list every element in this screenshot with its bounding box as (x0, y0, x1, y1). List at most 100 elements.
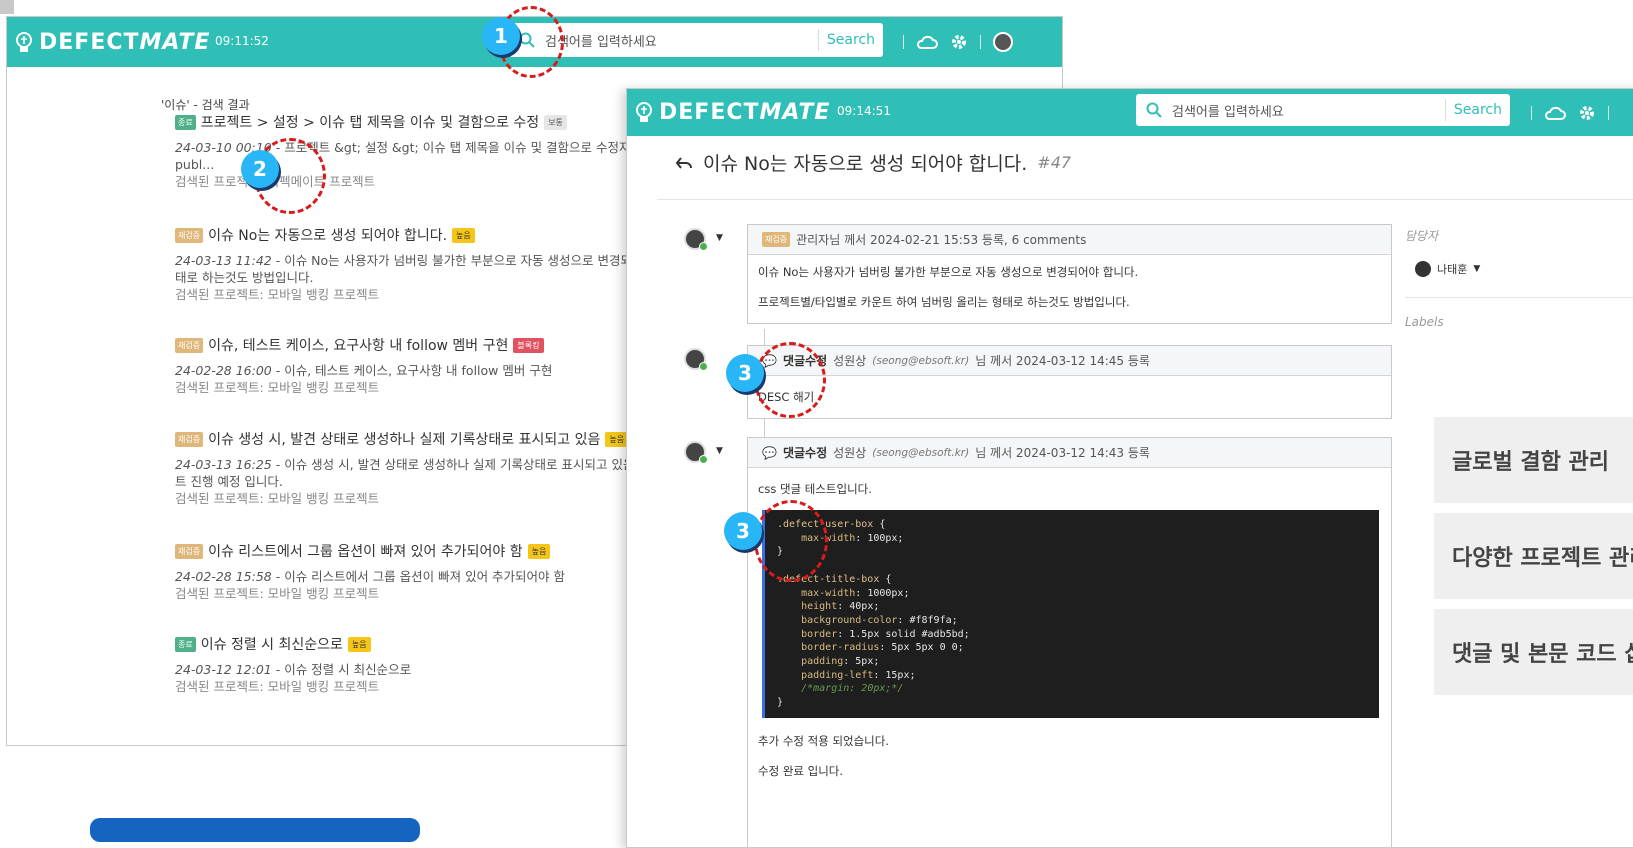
result-time: 24-02-28 15:58 (175, 569, 272, 584)
issue-title: 이슈 No는 자동으로 생성 되어야 합니다. (703, 153, 1028, 175)
comment-edit-link[interactable]: 댓글수정 (783, 444, 827, 461)
assignee-avatar (1415, 261, 1431, 277)
comment-line: 수정 완료 입니다. (758, 763, 844, 778)
results-title: '이슈' - 검색 결과 (161, 98, 250, 112)
result-time: 24-03-13 16:25 (175, 457, 272, 472)
chevron-down-icon[interactable]: ▼ (1473, 264, 1480, 274)
result-title[interactable]: 이슈 정렬 시 최신순으로 (201, 634, 343, 654)
avatar[interactable] (684, 441, 708, 464)
online-dot (699, 455, 708, 464)
search-bar[interactable]: 검색어를 입력하세요 Search (509, 23, 883, 57)
code-block: .defect-user-box { max-width: 100px; } .… (762, 510, 1379, 718)
back-arrow-icon[interactable] (675, 156, 693, 170)
status-badge: 종료 (175, 636, 196, 652)
lightbulb-icon (16, 31, 32, 52)
comment-line: 추가 수정 적용 되었습니다. (758, 733, 890, 748)
step-marker: 3 (724, 512, 762, 550)
gear-icon[interactable] (1578, 104, 1596, 122)
status-badge: 종료 (175, 114, 196, 130)
logo-text-italic: MATE (139, 30, 211, 55)
result-desc: - 이슈, 테스트 케이스, 요구사항 내 follow 멤버 구현 (271, 363, 553, 378)
avatar[interactable] (684, 348, 708, 371)
priority-badge: 보통 (544, 114, 567, 130)
result-title[interactable]: 프로젝트 > 설정 > 이슈 탭 제목을 이슈 및 결함으로 수정 (201, 112, 539, 132)
comment-body: css 댓글 테스트입니다. (758, 482, 872, 496)
search-input[interactable]: 검색어를 입력하세요 (1172, 101, 1445, 120)
post-line: 프로젝트별/타입별로 카운트 하여 넘버링 올리는 형태로 하는것도 방법입니다… (758, 295, 1130, 309)
gear-icon[interactable] (950, 33, 968, 51)
result-desc: - 이슈 리스트에서 그룹 옵션이 빠져 있어 추가되어야 함 (271, 569, 566, 584)
feature-card: 글로벌 결함 관리 (1434, 417, 1633, 503)
issue-header: 이슈 No는 자동으로 생성 되어야 합니다. #47 (675, 149, 1071, 176)
cloud-icon[interactable] (916, 34, 938, 50)
comment-author: 성원상 (833, 446, 867, 460)
chevron-down-icon[interactable]: ▼ (716, 233, 723, 243)
clock: 09:14:51 (837, 104, 891, 118)
search-input[interactable]: 검색어를 입력하세요 (545, 31, 818, 50)
cta-button[interactable] (90, 818, 420, 842)
assignee-label: 담당자 (1405, 229, 1439, 243)
search-button[interactable]: Search (817, 29, 883, 51)
priority-badge: 높음 (605, 431, 629, 447)
cloud-icon[interactable] (1544, 105, 1566, 121)
user-avatar[interactable] (993, 32, 1013, 52)
logo-text: DEFECT (659, 100, 760, 125)
issue-number: #47 (1037, 153, 1072, 172)
result-title[interactable]: 이슈 생성 시, 발견 상태로 생성하나 실제 기록상태로 표시되고 있음 (208, 429, 600, 449)
comment-box: 💬 댓글수정 성원상 (seong@ebsoft.kr) 님 께서 2024-0… (747, 345, 1392, 419)
status-badge: 재검증 (175, 431, 204, 447)
status-badge: 재검증 (175, 543, 204, 559)
lightbulb-icon (636, 101, 652, 122)
result-title[interactable]: 이슈, 테스트 케이스, 요구사항 내 follow 멤버 구현 (208, 335, 508, 355)
result-desc: - 이슈 정렬 시 최신순으로 (271, 662, 412, 677)
step-marker: 3 (726, 354, 764, 392)
feature-card: 다양한 프로젝트 관리 (1434, 513, 1633, 599)
divider (1608, 105, 1609, 120)
avatar[interactable] (684, 228, 708, 251)
toolbar-icons (1531, 89, 1609, 136)
result-time: 24-03-13 11:42 (175, 253, 272, 268)
annotation-circle (754, 342, 826, 418)
logo[interactable]: DEFECT MATE (15, 30, 210, 55)
post-line: 이슈 No는 사용자가 넘버링 불가한 부분으로 자동 생성으로 변경되어야 합… (758, 265, 1139, 279)
status-badge: 재검증 (175, 227, 204, 243)
comment-author: 성원상 (833, 354, 867, 368)
divider (1405, 297, 1633, 298)
result-title[interactable]: 이슈 리스트에서 그룹 옵션이 빠져 있어 추가되어야 함 (208, 541, 523, 561)
logo[interactable]: DEFECT MATE (635, 100, 830, 125)
labels-label: Labels (1405, 315, 1444, 329)
issue-body-box: 재검증 관리자님 께서 2024-02-21 15:53 등록, 6 comme… (747, 224, 1392, 324)
corner-mark (0, 0, 14, 14)
priority-badge: 높음 (452, 227, 475, 243)
assignee-selector[interactable]: 나태훈 ▼ (1415, 261, 1480, 277)
issue-detail-window: DEFECT MATE 09:14:51 검색어를 입력하세요 Search 이슈… (626, 88, 1633, 848)
divider (657, 199, 1633, 200)
divider (1531, 105, 1532, 120)
comment-body: DESC 해기 (758, 390, 815, 404)
status-badge: 재검증 (175, 337, 204, 353)
comment-email: (seong@ebsoft.kr) (872, 354, 970, 367)
toolbar-icons (903, 17, 1013, 67)
search-bar[interactable]: 검색어를 입력하세요 Search (1136, 94, 1510, 126)
clock: 09:11:52 (215, 34, 269, 48)
comment-email: (seong@ebsoft.kr) (872, 446, 970, 459)
logo-text-italic: MATE (759, 100, 831, 125)
search-icon[interactable] (1136, 102, 1172, 118)
result-time: 24-02-28 16:00 (175, 363, 272, 378)
logo-text: DEFECT (39, 30, 140, 55)
comment-meta: 님 께서 2024-03-12 14:43 등록 (975, 446, 1150, 460)
chevron-down-icon[interactable]: ▼ (716, 446, 723, 456)
feature-card: 댓글 및 본문 코드 삽입 (1434, 609, 1633, 695)
top-bar: DEFECT MATE 09:14:51 검색어를 입력하세요 Search (627, 89, 1633, 136)
assignee-name: 나태훈 (1437, 263, 1468, 276)
divider (903, 35, 904, 49)
comment-icon: 💬 (762, 445, 777, 460)
post-header: 관리자님 께서 2024-02-21 15:53 등록, 6 comments (796, 233, 1087, 247)
priority-badge: 블록킹 (513, 337, 544, 353)
search-button[interactable]: Search (1444, 99, 1510, 121)
status-badge: 재검증 (762, 232, 791, 247)
divider (980, 35, 981, 49)
result-title[interactable]: 이슈 No는 자동으로 생성 되어야 합니다. (208, 225, 447, 245)
priority-badge: 높음 (347, 636, 371, 652)
result-time: 24-03-12 12:01 (175, 662, 272, 677)
